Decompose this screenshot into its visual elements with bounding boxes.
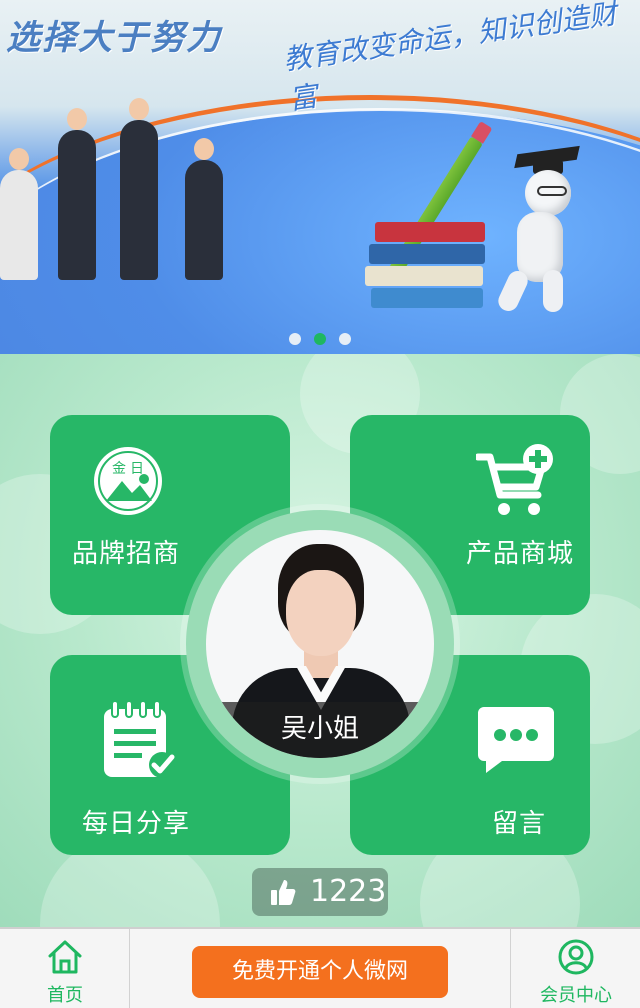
- free-open-microsite-button[interactable]: 免费开通个人微网: [192, 946, 448, 998]
- cart-add-icon: [474, 443, 556, 523]
- chat-bubble-icon: [476, 705, 556, 779]
- carousel-indicators: [0, 328, 640, 347]
- tile-message-label: 留言: [492, 809, 547, 839]
- banner-people-image: [0, 80, 250, 280]
- banner-graduate-figure: [495, 145, 580, 315]
- profile-avatar[interactable]: 吴小姐: [206, 530, 434, 758]
- user-icon: [558, 939, 594, 979]
- tile-share-label: 每日分享: [82, 809, 191, 839]
- nav-member-label: 会员中心: [540, 985, 612, 1006]
- notepad-check-icon: [100, 699, 180, 785]
- banner-carousel[interactable]: 选择大于努力 教育改变命运，知识创造财富: [0, 0, 640, 354]
- svg-text:金: 金: [112, 461, 126, 477]
- carousel-dot-1[interactable]: [288, 332, 301, 345]
- nav-home-label: 首页: [47, 985, 83, 1006]
- jinri-logo-icon: 金 日: [92, 445, 164, 521]
- like-button[interactable]: 1223: [252, 868, 388, 916]
- banner-title: 选择大于努力: [6, 18, 222, 58]
- main-menu-area: 金 日 品牌招商 产品商城 每日分享 留言 吴小姐 1223: [0, 354, 640, 927]
- carousel-dot-2[interactable]: [314, 332, 326, 345]
- tile-brand-label: 品牌招商: [72, 539, 181, 569]
- carousel-dot-3[interactable]: [339, 332, 352, 345]
- home-icon: [47, 939, 83, 979]
- bottom-nav: 首页 免费开通个人微网 会员中心: [0, 927, 640, 1008]
- nav-home[interactable]: 首页: [0, 929, 130, 1008]
- like-count: 1223: [310, 874, 387, 909]
- thumbs-up-icon: [270, 878, 296, 910]
- nav-member-center[interactable]: 会员中心: [510, 929, 640, 1008]
- profile-name: 吴小姐: [280, 714, 359, 744]
- tile-shop-label: 产品商城: [466, 539, 575, 569]
